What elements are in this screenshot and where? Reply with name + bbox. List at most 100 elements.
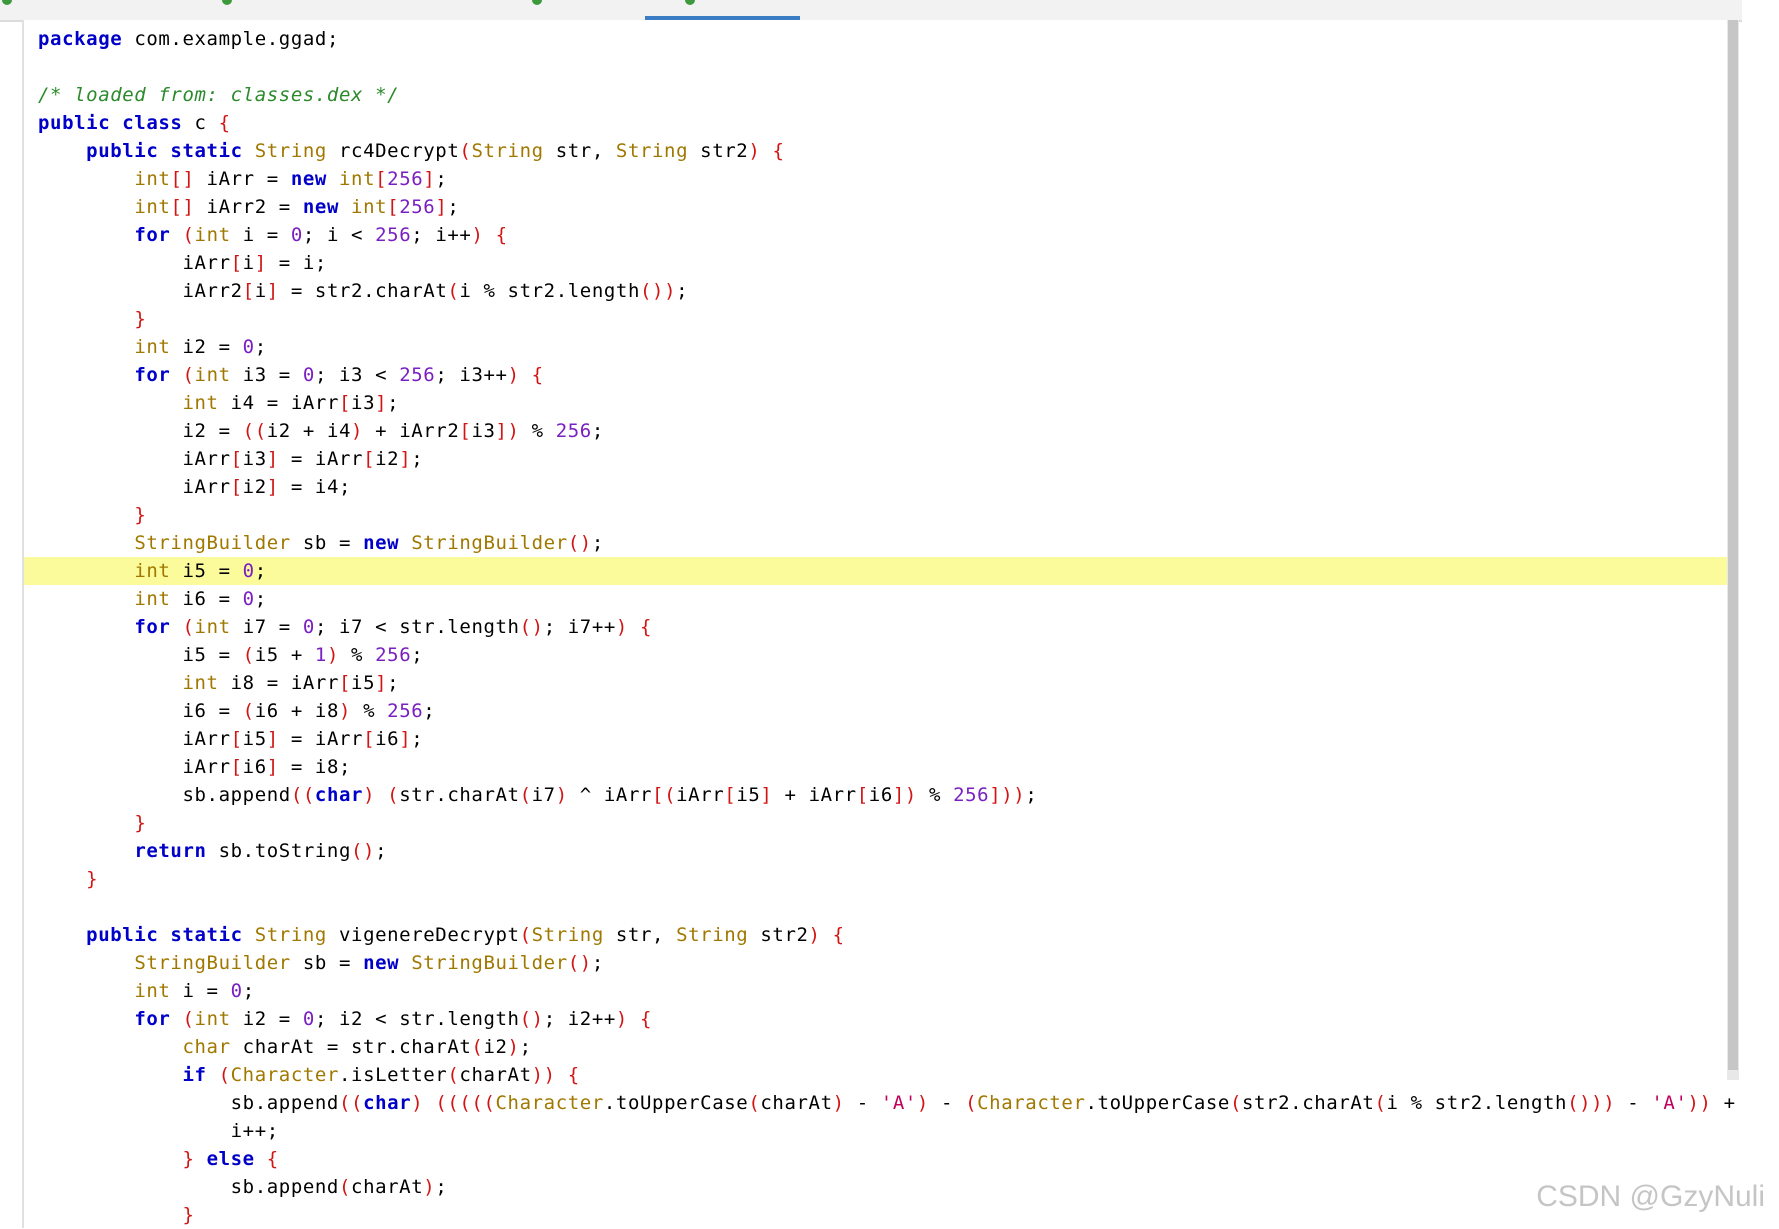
code-line[interactable]: for (int i = 0; i < 256; i++) { (24, 221, 1732, 249)
code-token: () (351, 840, 376, 862)
code-token: + (1711, 1092, 1736, 1114)
code-line[interactable]: iArr[i] = i; (24, 249, 1732, 277)
code-line-current[interactable]: int i5 = 0; (24, 557, 1732, 585)
code-line[interactable]: int i8 = iArr[i5]; (24, 669, 1732, 697)
code-line[interactable]: int i = 0; (24, 977, 1732, 1005)
code-line[interactable]: i2 = ((i2 + i4) + iArr2[i3]) % 256; (24, 417, 1732, 445)
code-token: = iArr (278, 728, 364, 750)
code-token: ( (471, 1036, 484, 1058)
code-line[interactable]: iArr[i5] = iArr[i6]; (24, 725, 1732, 753)
code-token: ( (447, 280, 460, 302)
code-line[interactable]: char charAt = str.charAt(i2); (24, 1033, 1732, 1061)
code-line[interactable] (24, 53, 1732, 81)
code-line[interactable]: iArr[i3] = iArr[i2]; (24, 445, 1732, 473)
code-line[interactable]: sb.append((char) (((((Character.toUpperC… (24, 1089, 1735, 1117)
code-token: ; i3 < (314, 364, 400, 386)
code-line[interactable]: iArr[i6] = i8; (24, 753, 1732, 781)
code-line[interactable]: sb.append(charAt); (24, 1173, 1732, 1201)
code-token: public class (38, 112, 183, 134)
code-token: str.charAt (399, 784, 520, 806)
code-line[interactable]: int[] iArr2 = new int[256]; (24, 193, 1732, 221)
code-line[interactable]: StringBuilder sb = new StringBuilder(); (24, 529, 1732, 557)
code-token: ( (519, 784, 532, 806)
code-token: [ (375, 168, 388, 190)
code-line[interactable]: public static String rc4Decrypt(String s… (24, 137, 1732, 165)
code-token: ] (266, 476, 279, 498)
code-line[interactable]: i++; (24, 1117, 1732, 1145)
code-token: = i4; (278, 476, 352, 498)
code-token: ] (760, 784, 773, 806)
editor-tab-bar (0, 0, 1742, 22)
code-token: i6 (375, 728, 400, 750)
vertical-scrollbar[interactable] (1727, 20, 1739, 1080)
code-line[interactable]: public class c { (24, 109, 1732, 137)
code-line[interactable]: int[] iArr = new int[256]; (24, 165, 1732, 193)
code-token: .toUpperCase (603, 1092, 749, 1114)
code-line[interactable]: /* loaded from: classes.dex */ (24, 81, 1732, 109)
code-line[interactable]: int i6 = 0; (24, 585, 1732, 613)
code-line[interactable]: StringBuilder sb = new StringBuilder(); (24, 949, 1732, 977)
code-line[interactable]: iArr2[i] = str2.charAt(i % str2.length()… (24, 277, 1732, 305)
code-token: 'A' (880, 1092, 917, 1114)
code-token: i (254, 280, 267, 302)
code-line[interactable] (24, 893, 1732, 921)
code-token: iArr (38, 448, 231, 470)
code-token: - (928, 1092, 966, 1114)
code-token: 0 (242, 336, 255, 358)
code-token: i5 = (170, 560, 243, 582)
code-token: i2 (483, 1036, 508, 1058)
editor-tab-active[interactable] (645, 0, 800, 20)
scrollbar-thumb[interactable] (1728, 20, 1738, 1070)
code-token: ( (242, 644, 255, 666)
code-line[interactable]: } (24, 305, 1732, 333)
code-line[interactable]: int i2 = 0; (24, 333, 1732, 361)
code-token: for (134, 224, 171, 246)
code-line[interactable]: } (24, 1201, 1732, 1229)
code-line[interactable]: package com.example.ggad; (24, 25, 1732, 53)
code-token: str2 (748, 924, 809, 946)
code-token: i3 (351, 392, 376, 414)
code-line[interactable]: } (24, 809, 1732, 837)
code-token: )) (1687, 1092, 1712, 1114)
code-token: () (519, 616, 544, 638)
code-line[interactable]: if (Character.isLetter(charAt)) { (24, 1061, 1732, 1089)
code-token: ( (182, 616, 195, 638)
code-line[interactable]: i6 = (i6 + i8) % 256; (24, 697, 1732, 725)
code-token: [ (230, 448, 243, 470)
code-token: iArr (676, 784, 725, 806)
code-line[interactable]: } (24, 865, 1732, 893)
code-line[interactable]: int i4 = iArr[i3]; (24, 389, 1732, 417)
code-token: 1 (314, 644, 327, 666)
code-token: [ (230, 476, 243, 498)
code-token: StringBuilder (134, 952, 291, 974)
code-line[interactable]: for (int i3 = 0; i3 < 256; i3++) { (24, 361, 1732, 389)
code-token: ())) (1567, 1092, 1616, 1114)
editor-tab[interactable] (210, 0, 250, 20)
code-line[interactable]: return sb.toString(); (24, 837, 1732, 865)
editor-tab[interactable] (520, 0, 560, 20)
code-token: () (519, 1008, 544, 1030)
code-line[interactable]: sb.append((char) (str.charAt(i7) ^ iArr[… (24, 781, 1732, 809)
code-token: i8 = iArr (218, 672, 339, 694)
code-token: int (339, 168, 376, 190)
code-line[interactable]: } else { (24, 1145, 1732, 1173)
code-line[interactable]: for (int i2 = 0; i2 < str.length(); i2++… (24, 1005, 1732, 1033)
code-line[interactable]: iArr[i2] = i4; (24, 473, 1732, 501)
editor-tab[interactable] (0, 0, 20, 20)
code-token: { (531, 364, 544, 386)
code-line[interactable]: i5 = (i5 + 1) % 256; (24, 641, 1732, 669)
code-line[interactable]: } (24, 501, 1732, 529)
code-line[interactable]: for (int i7 = 0; i7 < str.length(); i7++… (24, 613, 1732, 641)
code-token: = i8; (278, 756, 352, 778)
code-line[interactable]: public static String vigenereDecrypt(Str… (24, 921, 1732, 949)
code-token: 0 (302, 616, 315, 638)
code-editor[interactable]: package com.example.ggad; /* loaded from… (22, 20, 1735, 1229)
